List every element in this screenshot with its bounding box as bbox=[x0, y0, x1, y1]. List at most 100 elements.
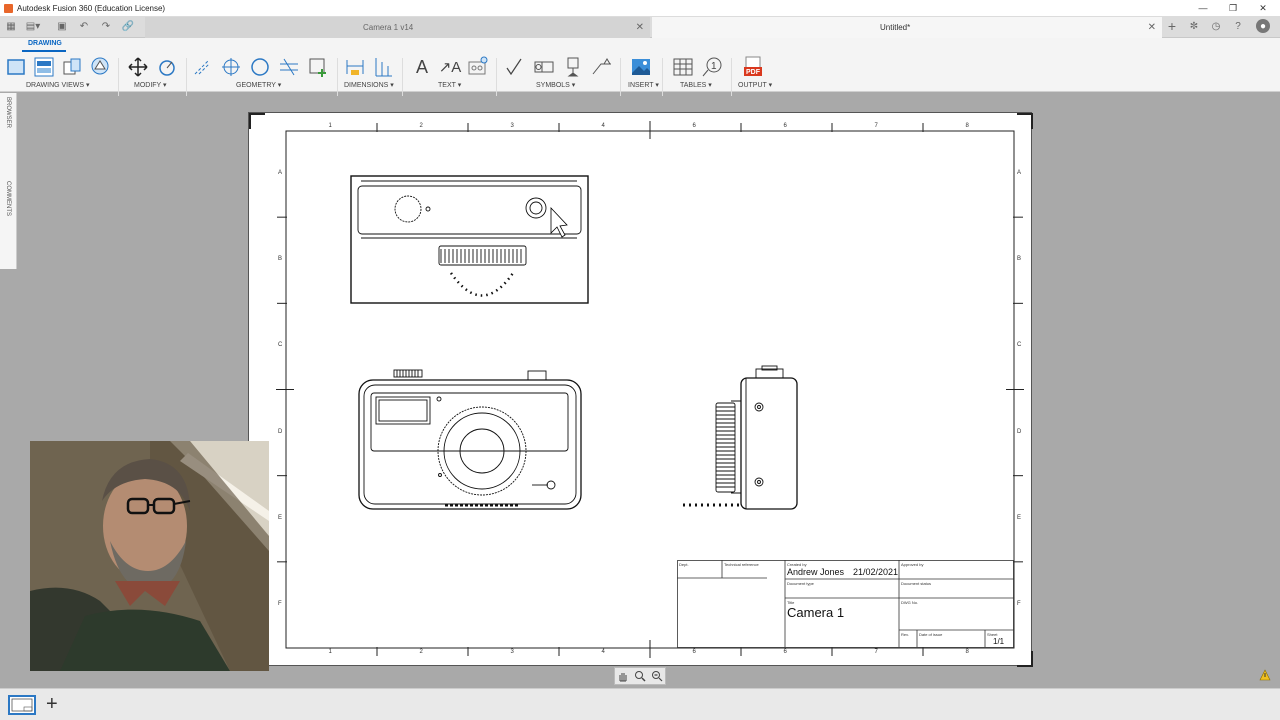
group-tables[interactable]: TABLES ▾ bbox=[680, 81, 712, 89]
group-geometry[interactable]: GEOMETRY ▾ bbox=[236, 81, 281, 89]
ordinate-dimension-icon[interactable] bbox=[371, 55, 395, 79]
dwg-no-label: DWG No. bbox=[901, 600, 919, 605]
zone-column-label: 7 bbox=[874, 649, 878, 655]
redo-icon[interactable]: ↷ bbox=[99, 19, 113, 33]
centerline-icon[interactable] bbox=[190, 55, 214, 79]
table-icon[interactable] bbox=[671, 55, 695, 79]
workspace-underline bbox=[22, 50, 66, 52]
drawing-title-value: Camera 1 bbox=[787, 605, 845, 620]
edge-extension-icon[interactable] bbox=[277, 55, 301, 79]
add-geometry-icon[interactable] bbox=[306, 55, 330, 79]
help-icon[interactable]: ? bbox=[1231, 19, 1245, 33]
minimize-button[interactable]: — bbox=[1188, 0, 1218, 16]
document-type-label: Document type bbox=[787, 581, 814, 586]
zoom-icon[interactable] bbox=[634, 670, 646, 682]
projected-view-icon[interactable] bbox=[32, 55, 56, 79]
section-view-icon[interactable] bbox=[60, 55, 84, 79]
tab-camera-label: Camera 1 v14 bbox=[363, 23, 414, 32]
group-modify[interactable]: MODIFY ▾ bbox=[134, 81, 167, 89]
dimension-icon[interactable] bbox=[343, 55, 367, 79]
tab-untitled[interactable]: Untitled* ✕ bbox=[652, 17, 1162, 38]
warning-icon[interactable] bbox=[1259, 669, 1271, 681]
new-tab-icon[interactable]: + bbox=[1165, 18, 1179, 34]
zone-row-label: F bbox=[278, 600, 282, 607]
zone-row-label: C bbox=[278, 342, 283, 349]
save-icon[interactable]: ▣ bbox=[55, 19, 69, 33]
svg-text:1: 1 bbox=[711, 61, 717, 72]
zone-column-label: 1 bbox=[328, 649, 332, 655]
fusion-logo-icon bbox=[4, 3, 13, 13]
side-panel: BROWSER COMMENTS bbox=[0, 93, 17, 269]
undo-icon[interactable]: ↶ bbox=[77, 19, 91, 33]
toolbar-ribbon: DRAWING DRAWING VIEWS ▾ MODIFY ▾ GEOMETR… bbox=[0, 38, 1280, 96]
extensions-icon[interactable]: ✼ bbox=[1187, 19, 1201, 33]
approved-by-label: Approved by bbox=[901, 562, 924, 567]
detail-view-icon[interactable] bbox=[89, 55, 113, 79]
technical-reference-label: Technical reference bbox=[724, 562, 759, 567]
app-grid-icon[interactable]: ▦ bbox=[4, 19, 18, 33]
insert-image-icon[interactable] bbox=[629, 55, 653, 79]
zone-row-label: B bbox=[1017, 256, 1022, 263]
pan-icon[interactable] bbox=[617, 670, 629, 682]
navigation-bar bbox=[614, 667, 666, 685]
zone-column-label: 3 bbox=[510, 123, 514, 129]
group-symbols[interactable]: SYMBOLS ▾ bbox=[536, 81, 575, 89]
window-title: Autodesk Fusion 360 (Education License) bbox=[17, 3, 166, 13]
browser-panel-toggle[interactable]: BROWSER bbox=[5, 97, 11, 128]
zone-column-label: 8 bbox=[965, 123, 969, 129]
tab-camera[interactable]: Camera 1 v14 ✕ bbox=[145, 17, 650, 38]
tab-close-icon[interactable]: ✕ bbox=[1148, 22, 1156, 33]
group-insert[interactable]: INSERT ▾ bbox=[628, 81, 659, 89]
separator bbox=[186, 58, 187, 96]
add-sheet-icon[interactable]: + bbox=[46, 694, 64, 715]
group-dimensions[interactable]: DIMENSIONS ▾ bbox=[344, 81, 394, 89]
zone-column-label: 2 bbox=[419, 649, 423, 655]
zone-column-label: 4 bbox=[601, 123, 605, 129]
restore-button[interactable]: ❐ bbox=[1218, 0, 1248, 16]
zone-column-label: 6 bbox=[692, 123, 696, 129]
tab-close-icon[interactable]: ✕ bbox=[636, 22, 644, 33]
dept-label: Dept. bbox=[679, 562, 689, 567]
document-status-label: Document status bbox=[901, 581, 932, 586]
separator bbox=[620, 58, 621, 96]
text-icon[interactable]: A bbox=[410, 55, 434, 79]
workspace-tab[interactable]: DRAWING bbox=[28, 40, 62, 47]
move-icon[interactable] bbox=[126, 55, 150, 79]
weld-symbol-icon[interactable] bbox=[590, 55, 614, 79]
user-avatar[interactable]: ● bbox=[1256, 19, 1270, 33]
base-view-icon[interactable] bbox=[4, 55, 28, 79]
surface-texture-icon[interactable] bbox=[503, 55, 527, 79]
zone-column-label: 6 bbox=[783, 649, 787, 655]
sheet-thumbnail[interactable] bbox=[8, 695, 36, 715]
comments-panel-toggle[interactable]: COMMENTS bbox=[5, 181, 11, 216]
group-drawing-views[interactable]: DRAWING VIEWS ▾ bbox=[26, 81, 90, 89]
center-mark-icon[interactable] bbox=[219, 55, 243, 79]
date-of-issue-label: Date of issue bbox=[919, 632, 943, 637]
group-text[interactable]: TEXT ▾ bbox=[438, 81, 461, 89]
zone-row-label: E bbox=[1017, 514, 1022, 521]
rotate-icon[interactable] bbox=[155, 55, 179, 79]
file-menu-icon[interactable]: ▤▾ bbox=[26, 19, 40, 33]
circle-icon[interactable] bbox=[248, 55, 272, 79]
presenter-video bbox=[30, 441, 269, 671]
trim-mark bbox=[1017, 113, 1033, 129]
group-output[interactable]: OUTPUT ▾ bbox=[738, 81, 772, 89]
separator bbox=[662, 58, 663, 96]
created-by-value: Andrew Jones bbox=[787, 567, 845, 577]
job-status-icon[interactable]: ◷ bbox=[1209, 19, 1223, 33]
zone-column-label: 6 bbox=[692, 649, 696, 655]
leader-icon[interactable]: ↗A bbox=[438, 55, 462, 79]
zone-column-label: 7 bbox=[874, 123, 878, 129]
link-icon[interactable]: 🔗 bbox=[121, 19, 135, 33]
title-block-grid bbox=[677, 560, 1014, 648]
created-date-value: 21/02/2021 bbox=[853, 567, 899, 577]
zoom-window-icon[interactable] bbox=[651, 670, 663, 682]
feature-control-frame-icon[interactable] bbox=[532, 55, 556, 79]
pdf-output-icon[interactable]: PDF bbox=[741, 55, 765, 79]
drawing-sheet[interactable]: 1122334466667788AABBCCDDEEFF Dept. Techn… bbox=[248, 112, 1033, 667]
zone-row-label: A bbox=[1017, 170, 1022, 177]
balloon-number-icon[interactable]: 1 bbox=[700, 55, 724, 79]
balloon-icon[interactable] bbox=[465, 55, 489, 79]
close-window-button[interactable]: ✕ bbox=[1248, 0, 1278, 16]
datum-identifier-icon[interactable] bbox=[561, 55, 585, 79]
